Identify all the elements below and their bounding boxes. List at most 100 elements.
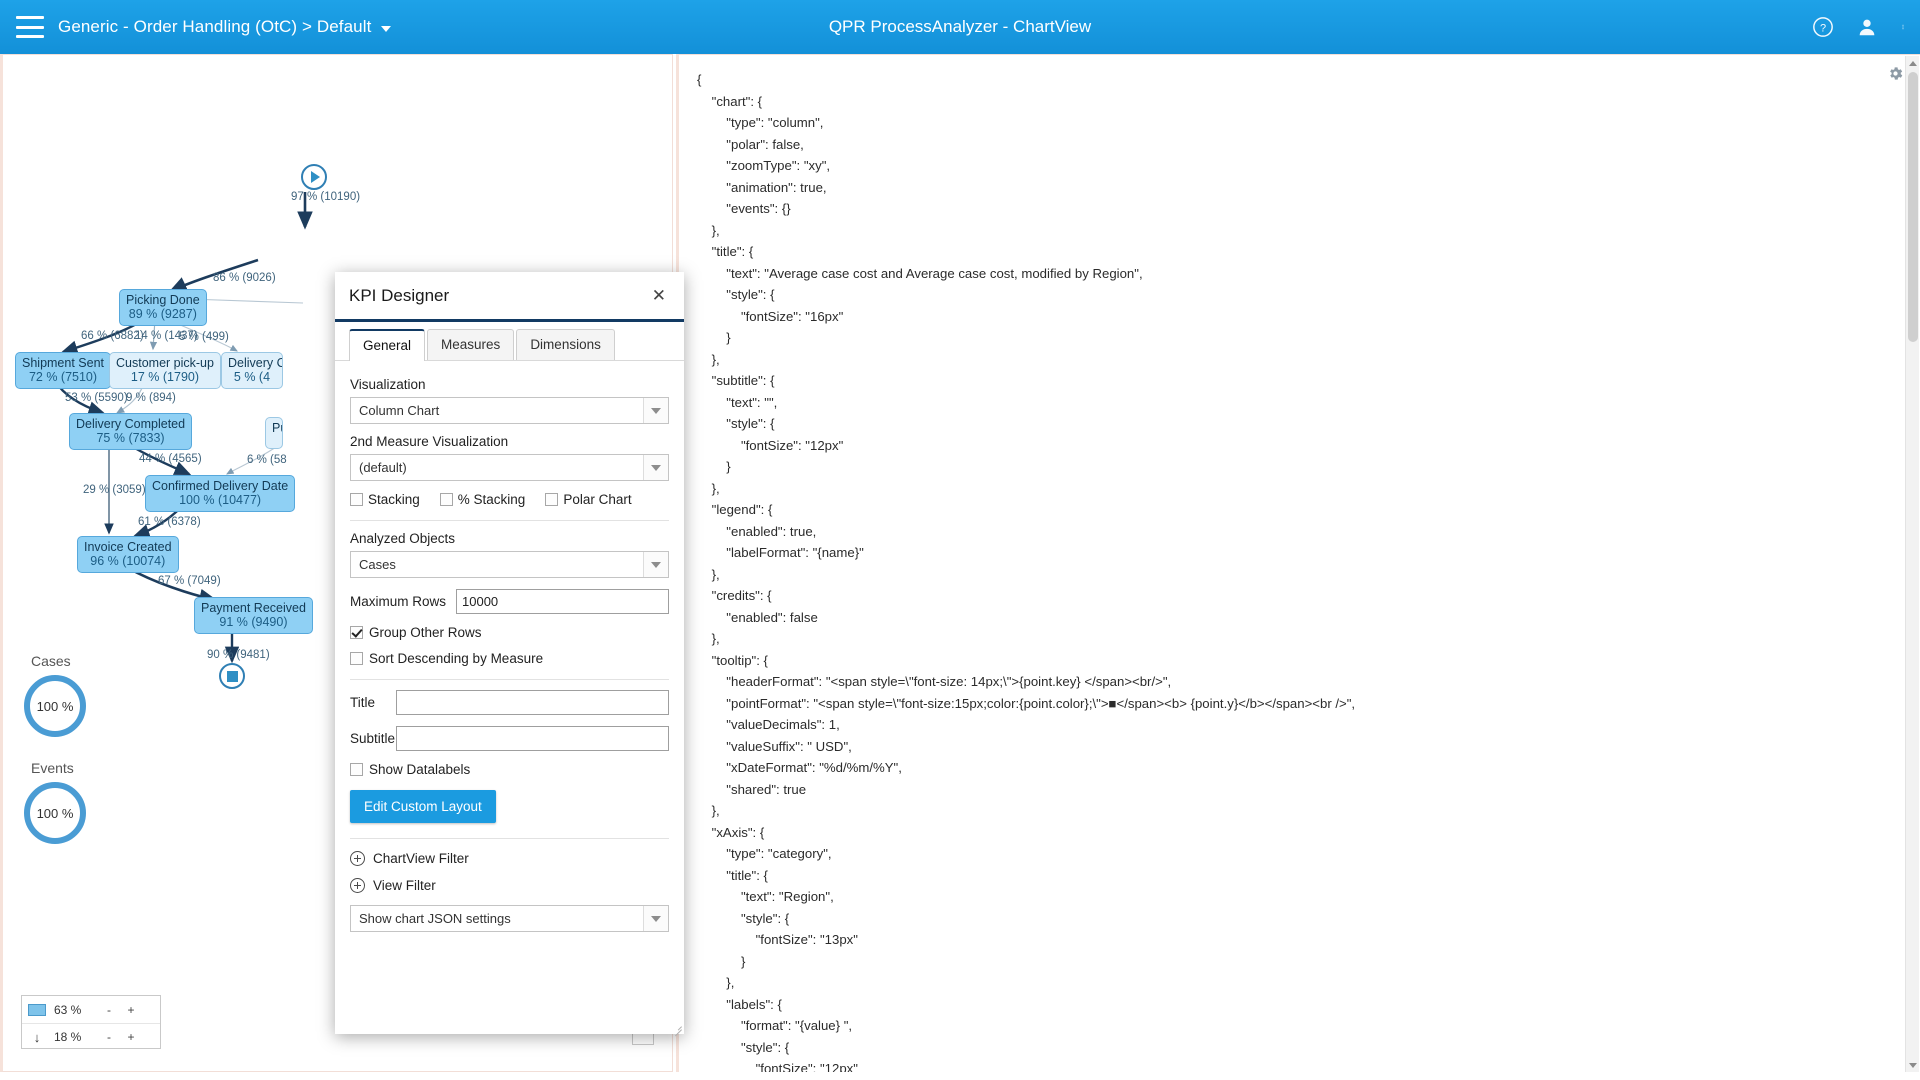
edge-label: 97 % (10190)	[291, 191, 361, 203]
kpi-label-cases: Cases	[31, 653, 71, 669]
top-app-bar: Generic - Order Handling (OtC) > Default…	[0, 0, 1920, 54]
node-value: 100 % (10477)	[179, 493, 262, 507]
chart-json-pane[interactable]: { "chart": { "type": "column", "polar": …	[676, 54, 1920, 1072]
chevron-down-icon[interactable]	[643, 398, 668, 423]
stacking-checkbox[interactable]	[350, 493, 363, 506]
edge-label: 86 % (9026)	[213, 272, 276, 284]
process-start-node[interactable]	[301, 164, 327, 190]
graph-node-customer-pickup[interactable]: Customer pick-up 17 % (1790)	[109, 352, 221, 389]
polar-chart-checkbox[interactable]	[545, 493, 559, 506]
node-value: 75 % (7833)	[96, 431, 165, 445]
node-value: 91 % (9490)	[219, 615, 288, 629]
node-label: Shipment Sent	[22, 356, 104, 370]
process-end-node[interactable]	[219, 663, 245, 689]
top-bar-actions: ?	[1812, 0, 1906, 54]
visualization-select[interactable]: Column Chart	[350, 397, 669, 424]
divider	[350, 520, 669, 521]
stop-icon	[226, 670, 238, 682]
kpi-designer-dialog[interactable]: KPI Designer ✕ General Measures Dimensio…	[335, 272, 684, 1037]
help-circle-icon[interactable]: ?	[1812, 16, 1834, 38]
graph-node-picking-done[interactable]: Picking Done 89 % (9287)	[119, 289, 207, 326]
chartview-filter-label: ChartView Filter	[373, 851, 469, 866]
hamburger-menu-icon[interactable]	[16, 16, 44, 38]
kebab-menu-icon[interactable]	[1900, 16, 1906, 38]
subtitle-label: Subtitle	[350, 731, 396, 746]
chevron-down-icon[interactable]	[643, 552, 668, 577]
sort-descending-row: Sort Descending by Measure	[350, 651, 669, 666]
graph-node-invoice-created[interactable]: Invoice Created 96 % (10074)	[77, 536, 179, 573]
pct-stacking-label: % Stacking	[457, 492, 526, 507]
divider	[350, 838, 669, 839]
edge-label: 29 % (3059)	[83, 484, 146, 496]
graph-node-delivery-change[interactable]: Delivery Chang 5 % (4	[221, 352, 283, 389]
node-value: 96 % (10074)	[90, 554, 166, 568]
gear-icon[interactable]	[1887, 65, 1904, 82]
group-other-rows-row: Group Other Rows	[350, 625, 669, 640]
maximum-rows-input[interactable]	[456, 589, 669, 614]
breadcrumb[interactable]: Generic - Order Handling (OtC) > Default	[58, 17, 392, 37]
maximum-rows-row: Maximum Rows	[350, 589, 669, 614]
legend-row-nodes: 63 % - +	[22, 996, 160, 1023]
node-threshold-value: 63 %	[54, 1002, 82, 1017]
show-datalabels-checkbox[interactable]	[350, 763, 363, 776]
analyzed-objects-select[interactable]: Cases	[350, 551, 669, 578]
second-measure-visualization-label: 2nd Measure Visualization	[350, 434, 509, 449]
title-row: Title	[350, 690, 669, 715]
kpi-donut-cases-value: 100 %	[36, 698, 74, 714]
node-value: 89 % (9287)	[128, 307, 197, 321]
group-other-rows-checkbox[interactable]	[350, 626, 363, 639]
chevron-down-icon[interactable]	[643, 906, 668, 931]
tab-measures[interactable]: Measures	[427, 329, 515, 360]
graph-node-purchase-partial[interactable]: Pu	[265, 417, 283, 449]
visualization-label: Visualization	[350, 377, 426, 392]
chart-json-settings-value: Show chart JSON settings	[359, 911, 511, 926]
chartview-filter-row[interactable]: ChartView Filter	[350, 851, 669, 866]
edge-threshold-decrease-button[interactable]: -	[98, 1030, 120, 1044]
json-scrollbar[interactable]	[1905, 56, 1919, 1072]
svg-text:?: ?	[1820, 23, 1826, 35]
kpi-donut-events-value: 100 %	[36, 805, 74, 821]
subtitle-row: Subtitle	[350, 726, 669, 751]
edge-threshold-increase-button[interactable]: +	[120, 1030, 142, 1044]
tab-general[interactable]: General	[349, 329, 426, 361]
view-filter-row[interactable]: View Filter	[350, 878, 669, 893]
node-threshold-decrease-button[interactable]: -	[98, 1003, 120, 1017]
subtitle-input[interactable]	[396, 726, 669, 751]
kpi-label-events: Events	[31, 760, 74, 776]
title-input[interactable]	[396, 690, 669, 715]
graph-node-shipment-sent[interactable]: Shipment Sent 72 % (7510)	[15, 352, 111, 389]
edge-label: 61 % (6378)	[138, 516, 201, 528]
sort-descending-checkbox[interactable]	[350, 652, 363, 665]
dialog-body: Visualization Column Chart 2nd Measure V…	[335, 361, 684, 932]
node-label: Confirmed Delivery Date	[152, 479, 289, 493]
node-label: Invoice Created	[84, 540, 172, 554]
scrollbar-thumb[interactable]	[1908, 72, 1918, 342]
kpi-donut-cases: 100 %	[24, 675, 86, 737]
user-icon[interactable]	[1856, 16, 1878, 38]
close-icon[interactable]: ✕	[648, 283, 670, 308]
second-measure-visualization-select[interactable]: (default)	[350, 454, 669, 481]
graph-node-delivery-completed[interactable]: Delivery Completed 75 % (7833)	[69, 413, 193, 450]
scroll-up-arrow-icon[interactable]	[1908, 57, 1918, 69]
analyzed-objects-label: Analyzed Objects	[350, 531, 456, 546]
dialog-header[interactable]: KPI Designer ✕	[335, 272, 684, 322]
node-label: Picking Done	[126, 293, 200, 307]
scroll-down-arrow-icon[interactable]	[1908, 1059, 1918, 1071]
show-datalabels-label: Show Datalabels	[369, 762, 471, 777]
edit-custom-layout-button[interactable]: Edit Custom Layout	[350, 790, 496, 823]
chart-json-code[interactable]: { "chart": { "type": "column", "polar": …	[679, 55, 1899, 1072]
graph-node-payment-received[interactable]: Payment Received 91 % (9490)	[194, 597, 313, 634]
dialog-title: KPI Designer	[349, 285, 450, 305]
pct-stacking-checkbox[interactable]	[439, 493, 453, 506]
node-threshold-increase-button[interactable]: +	[120, 1003, 142, 1017]
chart-json-settings-select[interactable]: Show chart JSON settings	[350, 905, 669, 932]
tab-dimensions[interactable]: Dimensions	[516, 329, 615, 360]
view-filter-label: View Filter	[373, 878, 436, 893]
sort-descending-label: Sort Descending by Measure	[369, 651, 544, 666]
dialog-resize-handle[interactable]	[672, 1022, 682, 1037]
chevron-down-icon[interactable]	[643, 455, 668, 480]
breadcrumb-label: Generic - Order Handling (OtC) > Default	[58, 17, 372, 36]
dialog-tabs: General Measures Dimensions	[335, 322, 684, 361]
graph-node-confirmed-delivery-date[interactable]: Confirmed Delivery Date 100 % (10477)	[145, 475, 296, 512]
chevron-down-icon[interactable]	[381, 25, 392, 32]
